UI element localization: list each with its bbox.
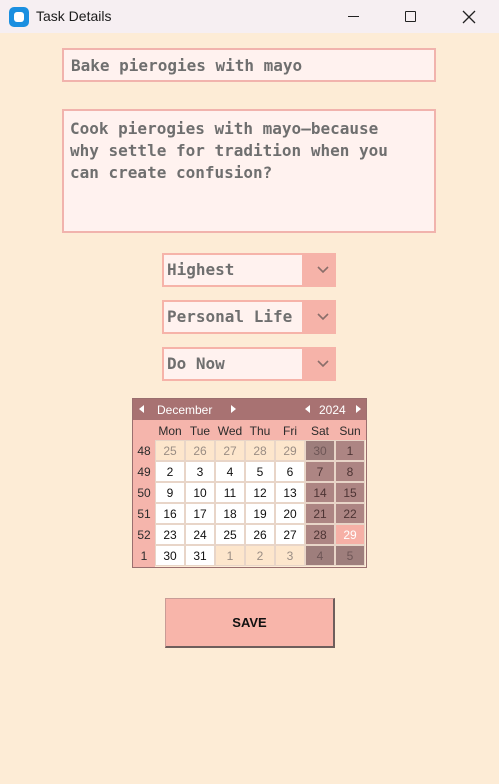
week-number: 52 (137, 528, 151, 542)
week-number: 51 (137, 507, 151, 521)
task-description-input[interactable]: Cook pierogies with mayo—because why set… (62, 109, 436, 233)
maximize-icon (404, 11, 416, 22)
calendar-day[interactable]: 5 (335, 545, 365, 566)
day-header: Tue (189, 424, 211, 438)
calendar-day[interactable]: 3 (185, 461, 215, 482)
calendar-day[interactable]: 22 (335, 503, 365, 524)
minimize-button[interactable] (330, 0, 376, 33)
day-header: Fri (283, 424, 297, 438)
calendar-month: December (157, 403, 213, 417)
calendar-day[interactable]: 15 (335, 482, 365, 503)
calendar-day[interactable]: 29 (275, 440, 305, 461)
calendar-day[interactable]: 30 (305, 440, 335, 461)
calendar-day[interactable]: 3 (275, 545, 305, 566)
calendar-day[interactable]: 20 (275, 503, 305, 524)
calendar-day[interactable]: 31 (185, 545, 215, 566)
calendar-day[interactable]: 8 (335, 461, 365, 482)
next-year-icon[interactable] (356, 405, 361, 413)
calendar-day[interactable]: 13 (275, 482, 305, 503)
calendar-header: December 2024 (133, 399, 366, 420)
urgency-value: Do Now (164, 349, 302, 379)
week-number: 49 (137, 465, 151, 479)
calendar-day[interactable]: 19 (245, 503, 275, 524)
priority-value: Highest (164, 255, 302, 285)
calendar-day[interactable]: 26 (245, 524, 275, 545)
calendar-day[interactable]: 2 (245, 545, 275, 566)
calendar-day[interactable]: 29 (335, 524, 365, 545)
week-number: 48 (137, 444, 151, 458)
calendar-year: 2024 (319, 403, 346, 417)
calendar-day[interactable]: 30 (155, 545, 185, 566)
minimize-icon (347, 16, 359, 17)
chevron-down-icon (317, 313, 329, 321)
prev-month-icon[interactable] (139, 405, 144, 413)
day-header: Wed (217, 424, 243, 438)
calendar-day[interactable]: 21 (305, 503, 335, 524)
calendar-day[interactable]: 26 (185, 440, 215, 461)
calendar-day[interactable]: 12 (245, 482, 275, 503)
prev-year-icon[interactable] (305, 405, 310, 413)
calendar-day[interactable]: 10 (185, 482, 215, 503)
close-button[interactable] (446, 0, 492, 33)
calendar-day[interactable]: 25 (155, 440, 185, 461)
urgency-dropdown[interactable]: Do Now (162, 347, 336, 381)
calendar-day[interactable]: 5 (245, 461, 275, 482)
calendar-day[interactable]: 1 (335, 440, 365, 461)
calendar-day[interactable]: 24 (185, 524, 215, 545)
calendar-day[interactable]: 1 (215, 545, 245, 566)
calendar-day[interactable]: 28 (305, 524, 335, 545)
save-button[interactable]: SAVE (165, 598, 335, 648)
category-dropdown[interactable]: Personal Life (162, 300, 336, 334)
calendar-day[interactable]: 4 (215, 461, 245, 482)
category-value: Personal Life (164, 302, 302, 332)
calendar-day[interactable]: 28 (245, 440, 275, 461)
next-month-icon[interactable] (231, 405, 236, 413)
calendar-day[interactable]: 6 (275, 461, 305, 482)
calendar-day[interactable]: 25 (215, 524, 245, 545)
app-icon (9, 7, 29, 27)
window-title: Task Details (36, 8, 112, 24)
calendar-day[interactable]: 18 (215, 503, 245, 524)
day-header: Thu (249, 424, 271, 438)
date-calendar: December 2024 Mon Tue Wed Thu Fri Sat Sun 48 49… (132, 398, 367, 568)
calendar-week-numbers: 48 49 50 51 52 1 (133, 440, 155, 567)
chevron-down-icon (317, 266, 329, 274)
maximize-button[interactable] (387, 0, 433, 33)
calendar-day[interactable]: 4 (305, 545, 335, 566)
day-header: Sun (339, 424, 361, 438)
week-number: 1 (140, 549, 148, 563)
week-number: 50 (137, 486, 151, 500)
calendar-day[interactable]: 17 (185, 503, 215, 524)
title-bar: Task Details (0, 0, 499, 33)
day-header: Mon (158, 424, 182, 438)
calendar-day[interactable]: 23 (155, 524, 185, 545)
chevron-down-icon (317, 360, 329, 368)
task-title-input[interactable]: Bake pierogies with mayo (62, 48, 436, 82)
calendar-day[interactable]: 7 (305, 461, 335, 482)
calendar-day[interactable]: 9 (155, 482, 185, 503)
calendar-day[interactable]: 14 (305, 482, 335, 503)
calendar-day[interactable]: 27 (215, 440, 245, 461)
day-header: Sat (310, 424, 329, 438)
close-icon (462, 10, 476, 23)
calendar-day[interactable]: 27 (275, 524, 305, 545)
calendar-day[interactable]: 16 (155, 503, 185, 524)
priority-dropdown[interactable]: Highest (162, 253, 336, 287)
calendar-day[interactable]: 2 (155, 461, 185, 482)
calendar-day-headers: Mon Tue Wed Thu Fri Sat Sun (133, 420, 366, 440)
calendar-day[interactable]: 11 (215, 482, 245, 503)
